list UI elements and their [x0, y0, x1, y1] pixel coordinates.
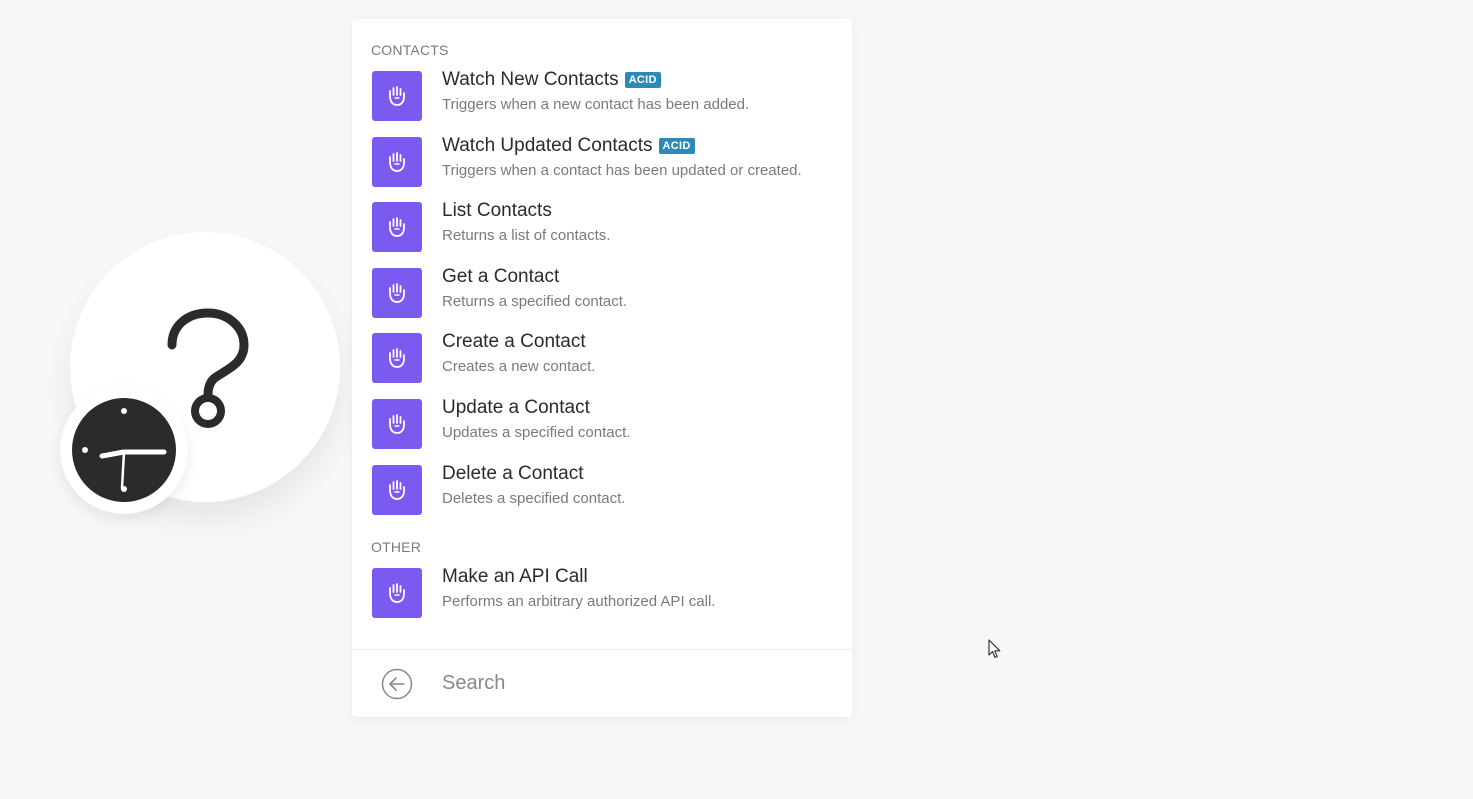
module-description: Updates a specified contact. — [442, 423, 631, 441]
hand-icon — [372, 333, 422, 384]
module-item-make-an-api-call[interactable]: Make an API Call Performs an arbitrary a… — [352, 562, 852, 628]
module-description: Triggers when a new contact has been add… — [442, 96, 750, 113]
module-title: Create a Contact — [442, 331, 586, 353]
module-title: Make an API Call — [442, 566, 588, 588]
module-description: Returns a list of contacts. — [442, 227, 611, 245]
hand-icon — [372, 464, 422, 515]
hand-icon — [372, 267, 422, 318]
module-item-list-contacts[interactable]: List Contacts Returns a list of contacts… — [352, 196, 852, 262]
module-title: Delete a Contact — [442, 462, 584, 484]
section-label-other: OTHER — [371, 539, 421, 556]
module-title: Watch New Contacts — [442, 69, 619, 90]
module-title: List Contacts — [442, 200, 552, 222]
hand-icon — [372, 568, 422, 619]
module-item-create-a-contact[interactable]: Create a Contact Creates a new contact. — [352, 327, 852, 393]
acid-badge: ACID — [658, 137, 695, 154]
hand-icon — [372, 202, 422, 253]
module-description: Creates a new contact. — [442, 358, 596, 376]
module-description: Deletes a specified contact. — [442, 489, 626, 507]
module-title: Get a Contact — [442, 265, 560, 287]
module-item-update-a-contact[interactable]: Update a Contact Updates a specified con… — [352, 393, 852, 459]
module-item-delete-a-contact[interactable]: Delete a Contact Deletes a specified con… — [352, 459, 852, 525]
module-title: Update a Contact — [442, 396, 590, 418]
canvas: CONTACTS Watch New Contacts ACID Trigger… — [0, 0, 1473, 799]
mouse-cursor-icon — [988, 639, 1001, 659]
module-description: Returns a specified contact. — [442, 292, 628, 310]
acid-badge: ACID — [624, 72, 661, 88]
module-list: CONTACTS Watch New Contacts ACID Trigger… — [352, 19, 852, 628]
module-item-watch-updated-contacts[interactable]: Watch Updated Contacts ACID Triggers whe… — [352, 131, 852, 197]
module-description: Triggers when a contact has been updated… — [442, 161, 802, 179]
module-item-get-a-contact[interactable]: Get a Contact Returns a specified contac… — [352, 262, 852, 328]
module-description: Performs an arbitrary authorized API cal… — [442, 593, 716, 611]
hand-icon — [372, 71, 422, 121]
clock-icon — [72, 398, 176, 502]
module-title: Watch Updated Contacts — [442, 134, 653, 156]
arrow-left-circle-icon — [381, 668, 413, 699]
search-bar — [352, 649, 852, 717]
clock-badge — [60, 386, 188, 514]
hand-icon — [372, 136, 422, 187]
hand-icon — [372, 398, 422, 449]
back-button[interactable] — [381, 668, 413, 700]
search-input[interactable] — [440, 671, 824, 696]
module-picker-panel: CONTACTS Watch New Contacts ACID Trigger… — [352, 19, 852, 717]
section-label-contacts: CONTACTS — [371, 42, 449, 58]
module-item-watch-new-contacts[interactable]: Watch New Contacts ACID Triggers when a … — [352, 65, 852, 131]
